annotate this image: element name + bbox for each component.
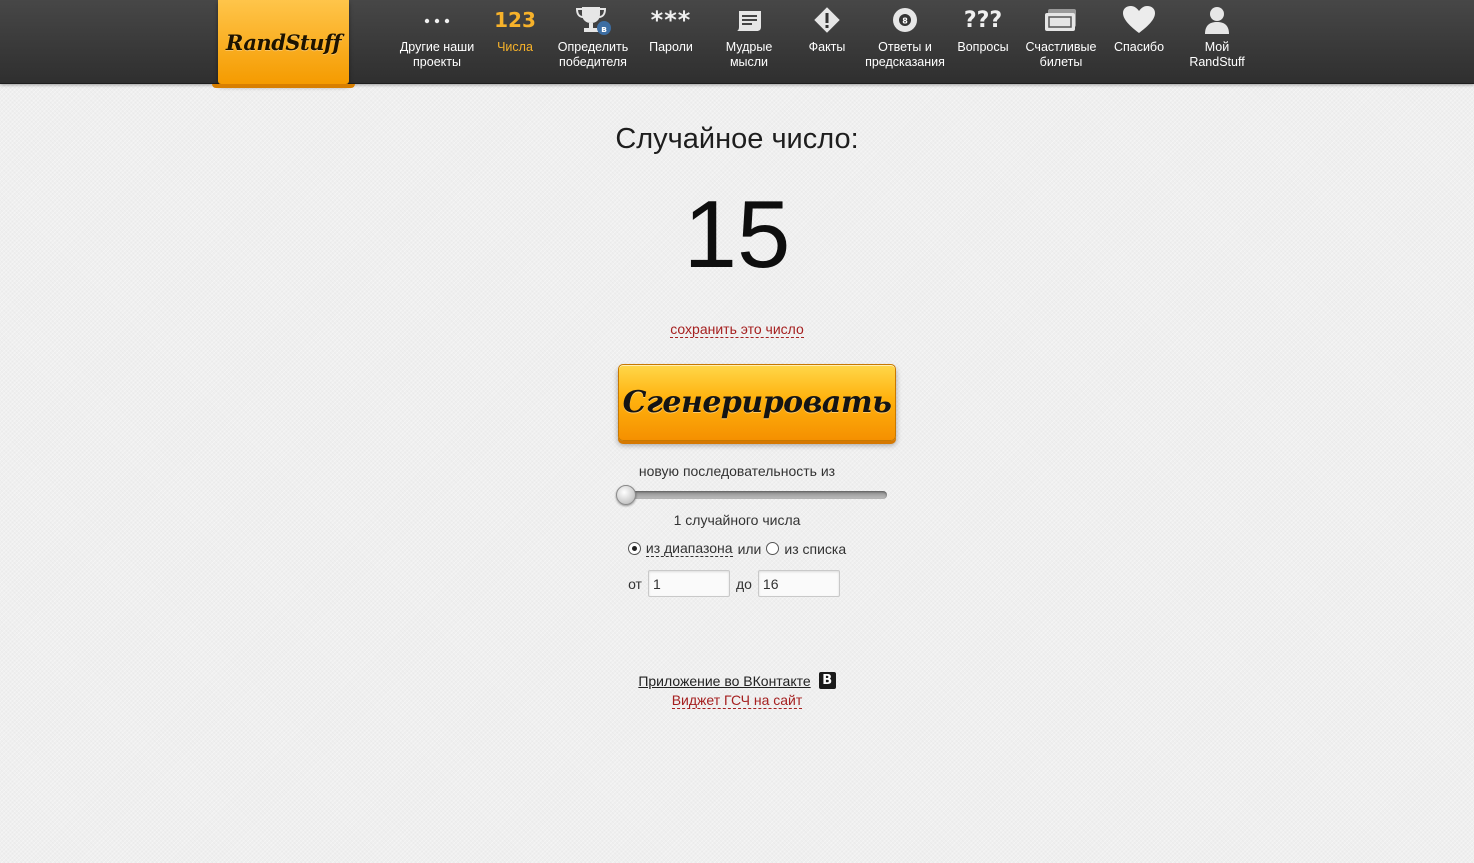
- list-mode-label[interactable]: из списка: [784, 541, 846, 557]
- question-marks-icon: ???: [953, 0, 1013, 40]
- nav-label: Факты: [808, 40, 846, 54]
- nav-label: Пароли: [649, 40, 693, 54]
- nav-label: Числа: [497, 40, 533, 54]
- range-mode-link[interactable]: из диапазона: [645, 540, 733, 557]
- range-radio[interactable]: [627, 542, 641, 555]
- list-radio[interactable]: [766, 542, 780, 555]
- nav-label: Определить победителя: [557, 40, 629, 69]
- nav-item-facts[interactable]: Факты: [788, 0, 866, 83]
- from-label: от: [628, 575, 642, 592]
- nav-item-other-projects[interactable]: Другие наши проекты: [398, 0, 476, 83]
- sequence-label: новую последовательность из: [638, 463, 836, 479]
- user-icon: [1187, 0, 1247, 40]
- vk-logo-icon: B: [818, 672, 836, 689]
- vk-app-row: Приложение во ВКонтакте B: [0, 672, 1474, 689]
- logo-text: RandStuff: [225, 29, 342, 55]
- numbers-glyph: 123: [494, 8, 536, 32]
- magic-8-ball-icon: 8: [875, 0, 935, 40]
- generate-button-label: Сгенерировать: [622, 385, 892, 420]
- top-navigation-bar: RandStuff Другие наши проекты 123 Числа: [0, 0, 1474, 88]
- numbers-icon: 123: [485, 0, 545, 40]
- nav-item-my-randstuff[interactable]: Мой RandStuff: [1178, 0, 1256, 83]
- generate-button[interactable]: Сгенерировать: [618, 364, 896, 441]
- scroll-icon: [719, 0, 779, 40]
- svg-text:8: 8: [902, 17, 908, 26]
- count-label: 1 случайного числа: [673, 512, 801, 528]
- ticket-icon: [1031, 0, 1091, 40]
- more-dots-icon: [407, 0, 467, 40]
- widget-link[interactable]: Виджет ГСЧ на сайт: [671, 692, 803, 709]
- warning-diamond-icon: [797, 0, 857, 40]
- nav-item-questions[interactable]: ??? Вопросы: [944, 0, 1022, 83]
- range-inputs: от до: [0, 570, 1474, 597]
- nav-label: Счастливые билеты: [1025, 40, 1097, 69]
- nav-label: Вопросы: [957, 40, 1009, 54]
- nav-item-passwords[interactable]: *** Пароли: [632, 0, 710, 83]
- main-nav: Другие наши проекты 123 Числа в Определи…: [398, 0, 1256, 83]
- widget-link-row: Виджет ГСЧ на сайт: [0, 692, 1474, 710]
- nav-label: Ответы и предсказания: [865, 40, 945, 69]
- count-slider-handle[interactable]: [616, 485, 636, 505]
- nav-item-wise-thoughts[interactable]: Мудрые мысли: [710, 0, 788, 83]
- to-label: до: [735, 575, 752, 592]
- range-from-input[interactable]: [647, 570, 730, 597]
- nav-item-tickets[interactable]: Счастливые билеты: [1022, 0, 1100, 83]
- save-link-row: сохранить это число: [0, 321, 1474, 339]
- result-title: Случайное число:: [615, 123, 859, 155]
- nav-label: Спасибо: [1113, 40, 1165, 54]
- nav-item-answers[interactable]: 8 Ответы и предсказания: [865, 0, 945, 83]
- svg-text:в: в: [601, 25, 607, 35]
- nav-label: Мой RandStuff: [1189, 40, 1245, 69]
- save-number-link[interactable]: сохранить это число: [670, 321, 804, 338]
- heart-icon: [1109, 0, 1169, 40]
- nav-item-thanks[interactable]: Спасибо: [1100, 0, 1178, 83]
- random-number-result: 15: [683, 181, 791, 288]
- question-glyph: ???: [963, 7, 1003, 33]
- nav-label: Другие наши проекты: [399, 40, 475, 69]
- count-slider-track[interactable]: [622, 491, 887, 499]
- asterisks-glyph: ***: [650, 6, 692, 34]
- vk-app-link[interactable]: Приложение во ВКонтакте: [638, 673, 810, 689]
- mode-selector: из диапазона или из списка: [0, 540, 1474, 557]
- nav-item-numbers[interactable]: 123 Числа: [476, 0, 554, 83]
- password-asterisks-icon: ***: [641, 0, 701, 40]
- nav-item-winner[interactable]: в Определить победителя: [554, 0, 632, 83]
- nav-label: Мудрые мысли: [725, 40, 773, 69]
- mode-or-text: или: [737, 540, 762, 557]
- randstuff-logo[interactable]: RandStuff: [212, 0, 355, 88]
- range-to-input[interactable]: [757, 570, 840, 597]
- trophy-icon: в: [563, 0, 623, 40]
